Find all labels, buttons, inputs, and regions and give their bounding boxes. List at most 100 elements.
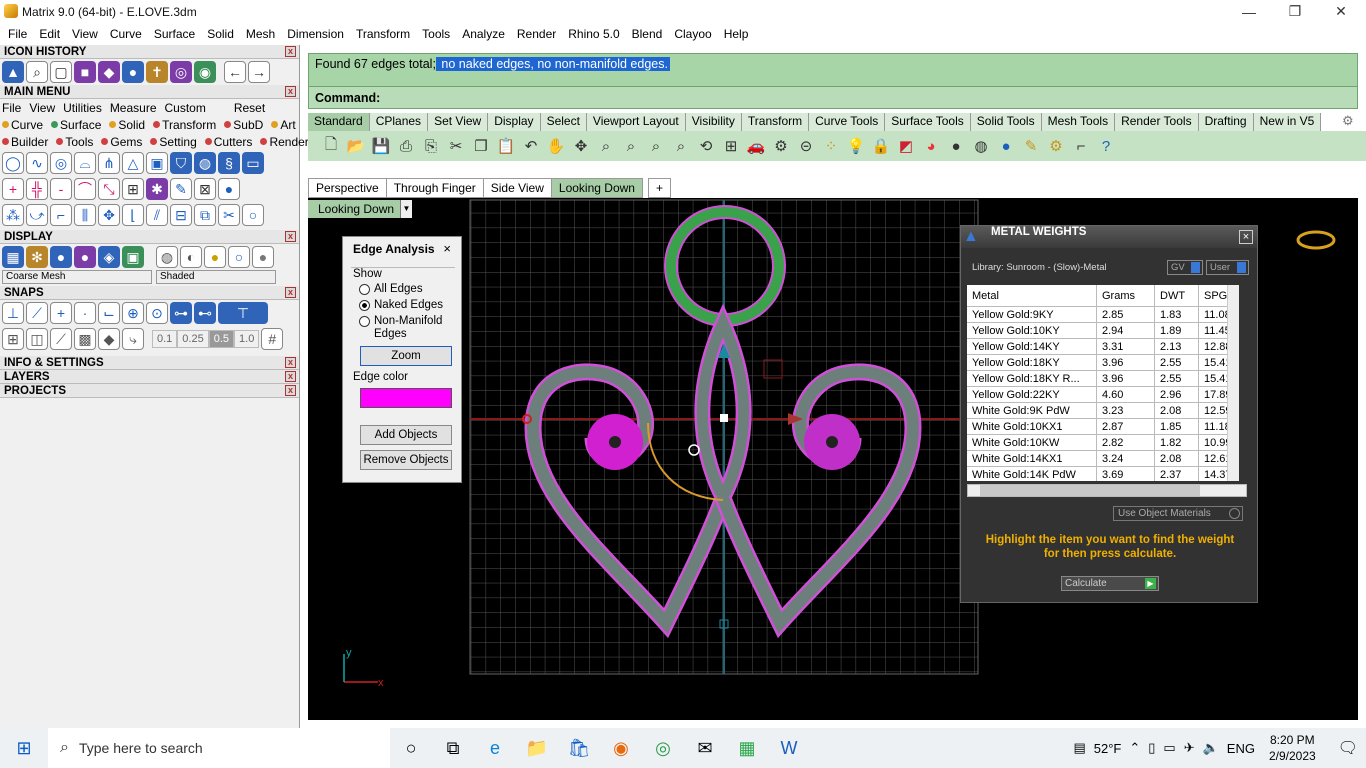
ring-icon[interactable]: ◎ <box>170 61 192 83</box>
file-explorer-icon[interactable]: 📁 <box>516 728 558 768</box>
snaps-header[interactable]: SNAPS x <box>0 286 299 300</box>
tab-set-view[interactable]: Set View <box>428 113 489 131</box>
menu-edit[interactable]: Edit <box>33 27 66 41</box>
curve-arrow-icon[interactable]: ⤻ <box>26 204 48 226</box>
table-row[interactable]: White Gold:10KW 2.82 1.82 10.99 <box>967 435 1239 451</box>
vertical-scrollbar[interactable] <box>1227 285 1239 481</box>
table-row[interactable]: Yellow Gold:9KY 2.85 1.83 11.08 <box>967 307 1239 323</box>
menu-help[interactable]: Help <box>718 27 755 41</box>
print-icon[interactable]: ⎙ <box>395 135 417 157</box>
arc-icon[interactable]: ⌒ <box>74 178 96 200</box>
firefox-icon[interactable]: ◉ <box>600 728 642 768</box>
sphere-wire-icon[interactable]: ◍ <box>156 246 178 268</box>
add-objects-button[interactable]: Add Objects <box>360 425 452 445</box>
tan-snap-icon[interactable]: ⊶ <box>170 302 192 324</box>
quad-snap-icon[interactable]: ⊷ <box>194 302 216 324</box>
edge-icon[interactable]: e <box>474 728 516 768</box>
mm-builder[interactable]: Builder <box>2 135 48 149</box>
weather-icon[interactable]: ▤ <box>1073 740 1085 756</box>
loft-icon[interactable]: ⋔ <box>98 152 120 174</box>
chrome-icon[interactable]: ◎ <box>642 728 684 768</box>
bars-icon[interactable]: ⫼ <box>74 204 96 226</box>
mm-tools[interactable]: Tools <box>56 135 93 149</box>
volume-icon[interactable]: 🔈 <box>1203 740 1219 756</box>
store-icon[interactable]: 🛍 <box>558 728 600 768</box>
col-dwt[interactable]: DWT <box>1155 285 1199 306</box>
circle-outline-icon[interactable]: ○ <box>242 204 264 226</box>
projects-header[interactable]: PROJECTS x <box>0 384 299 398</box>
circle-icon[interactable]: ◯ <box>2 152 24 174</box>
matrix-taskbar-icon[interactable]: ▦ <box>726 728 768 768</box>
mm-utilities[interactable]: Utilities <box>63 101 102 115</box>
pencil-icon[interactable]: ✎ <box>1020 135 1042 157</box>
gv-dropdown-icon[interactable] <box>1191 262 1200 273</box>
save-icon[interactable]: 💾 <box>370 135 392 157</box>
edge-color-swatch[interactable] <box>360 388 452 408</box>
mm-transform[interactable]: Transform <box>153 118 216 132</box>
minimize-button[interactable]: — <box>1226 0 1272 23</box>
table-row[interactable]: White Gold:10KX1 2.87 1.85 11.18 <box>967 419 1239 435</box>
use-object-materials[interactable]: Use Object Materials <box>1113 506 1243 521</box>
cortana-icon[interactable]: ○ <box>390 728 432 768</box>
close-icon[interactable]: x <box>285 231 296 242</box>
globe-icon[interactable]: ◉ <box>194 61 216 83</box>
panel-icon[interactable]: ▭ <box>242 152 264 174</box>
scale-icon[interactable]: ⤡ <box>98 178 120 200</box>
mm-reset[interactable]: Reset <box>234 101 265 115</box>
forward-arrow-icon[interactable]: → <box>248 61 270 83</box>
tab-looking-down[interactable]: Looking Down <box>550 178 643 198</box>
word-icon[interactable]: W <box>768 728 810 768</box>
cut-icon[interactable]: ✂ <box>445 135 467 157</box>
menu-solid[interactable]: Solid <box>201 27 240 41</box>
tab-render-tools[interactable]: Render Tools <box>1115 113 1199 131</box>
mirror-icon[interactable]: ⧉ <box>194 204 216 226</box>
tab-cplanes[interactable]: CPlanes <box>369 113 429 131</box>
search-box[interactable]: ⌕ Type here to search <box>48 728 390 768</box>
maximize-button[interactable]: ❐ <box>1272 0 1318 23</box>
battery-icon[interactable]: ▭ <box>1163 740 1175 756</box>
car-icon[interactable]: 🚗 <box>745 135 767 157</box>
plus-icon[interactable]: + <box>2 178 24 200</box>
close-icon[interactable]: x <box>285 46 296 57</box>
mm-curve[interactable]: Curve <box>2 118 43 132</box>
ring-band-icon[interactable]: ◍ <box>194 152 216 174</box>
close-icon[interactable]: x <box>285 86 296 97</box>
mm-custom[interactable]: Custom <box>165 101 206 115</box>
display-header[interactable]: DISPLAY x <box>0 230 299 244</box>
close-icon[interactable]: x <box>285 385 296 396</box>
chevron-up-icon[interactable]: ⌃ <box>1129 740 1140 756</box>
mail-icon[interactable]: ✉ <box>684 728 726 768</box>
tab-mesh-tools[interactable]: Mesh Tools <box>1041 113 1116 131</box>
radio-naked-edges[interactable]: Naked Edges <box>359 299 443 311</box>
rotate-view-icon[interactable]: ⟲ <box>695 135 717 157</box>
line-snap-icon[interactable]: ⟋ <box>50 328 72 350</box>
command-highlight-text[interactable]: no naked edges, no non-manifold edges. <box>435 57 670 71</box>
sphere-shaded-icon[interactable]: ● <box>74 246 96 268</box>
network-icon[interactable]: ▯ <box>1148 740 1155 756</box>
main-menu-header[interactable]: MAIN MENU x <box>0 85 299 99</box>
zoom-icon[interactable]: ⌕ <box>595 135 617 157</box>
toolbar-settings-icon[interactable]: ⚙ <box>1342 113 1354 129</box>
help-icon[interactable]: ? <box>1095 135 1117 157</box>
table-row[interactable]: White Gold:14KX1 3.24 2.08 12.61 <box>967 451 1239 467</box>
command-prompt[interactable]: Command: <box>309 86 1357 108</box>
search-icon[interactable]: ⌕ <box>26 61 48 83</box>
cube-snap-icon[interactable]: ◫ <box>26 328 48 350</box>
viewport-label[interactable]: Looking Down ▼ <box>308 200 412 218</box>
fillet-icon[interactable]: ⌐ <box>50 204 72 226</box>
tab-curve-tools[interactable]: Curve Tools <box>809 113 886 131</box>
ring-icon[interactable]: ◎ <box>50 152 72 174</box>
table-row[interactable]: Yellow Gold:18KY 3.96 2.55 15.41 <box>967 355 1239 371</box>
near-snap-icon[interactable]: ⟋ <box>26 302 48 324</box>
toggle-icon[interactable] <box>1229 508 1240 519</box>
move-view-icon[interactable]: ✥ <box>570 135 592 157</box>
table-row[interactable]: Yellow Gold:22KY 4.60 2.96 17.89 <box>967 387 1239 403</box>
array-icon[interactable]: ⊟ <box>170 204 192 226</box>
snap-value-10[interactable]: 1.0 <box>234 330 260 348</box>
clock[interactable]: 8:20 PM 2/9/2023 <box>1269 732 1316 764</box>
back-arrow-icon[interactable]: ← <box>224 61 246 83</box>
layers-icon[interactable]: ◩ <box>895 135 917 157</box>
calculate-button[interactable]: Calculate ▶ <box>1061 576 1159 591</box>
close-icon[interactable]: x <box>285 371 296 382</box>
curve-snap-icon[interactable]: ⤷ <box>122 328 144 350</box>
